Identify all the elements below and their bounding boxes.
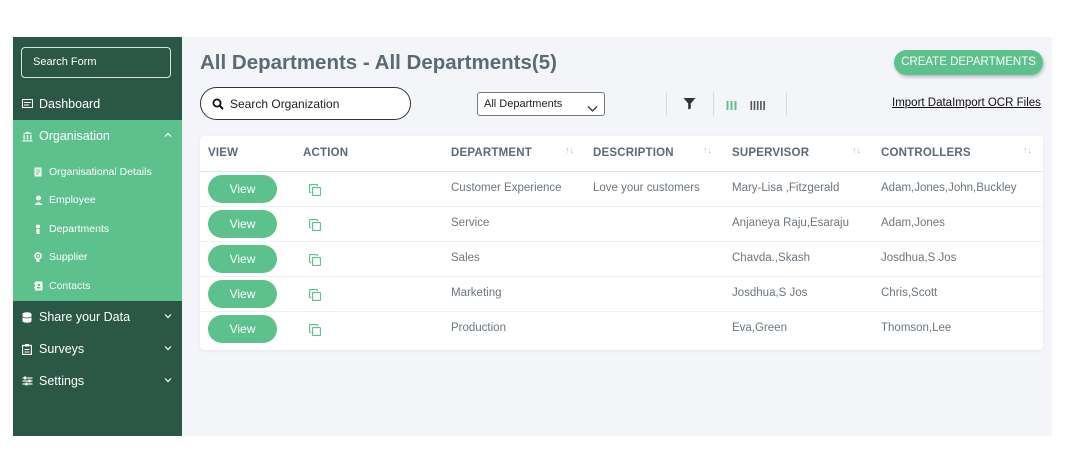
cell-department: Production — [451, 322, 506, 334]
column-header-view: VIEW — [208, 147, 239, 159]
search-organization-input[interactable]: Search Organization — [200, 87, 411, 120]
cell-description: Love your customers — [593, 182, 700, 194]
department-select[interactable]: All Departments — [477, 92, 605, 116]
sub-item-organisational-details[interactable]: Organisational Details — [13, 158, 182, 186]
sub-item-employee[interactable]: Employee — [13, 186, 182, 214]
contacts-icon — [33, 281, 43, 291]
cell-department: Sales — [451, 252, 480, 264]
cell-controllers: Adam,Jones — [881, 217, 945, 229]
import-link[interactable]: Import DataImport OCR Files — [892, 97, 1041, 109]
cell-department: Customer Experience — [451, 182, 562, 194]
column-header-supervisor[interactable]: SUPERVISOR — [732, 147, 809, 159]
copy-icon[interactable] — [308, 218, 322, 232]
toolbar-divider — [713, 92, 714, 116]
person-icon — [33, 224, 43, 234]
filter-icon[interactable] — [683, 97, 696, 110]
column-header-action: ACTION — [303, 147, 349, 159]
toolbar-divider — [666, 92, 667, 116]
chevron-down-icon — [587, 99, 598, 112]
view-button[interactable]: View — [208, 245, 277, 273]
nav-item-organisation[interactable]: Organisation — [13, 120, 182, 152]
sort-icon[interactable]: ↑↓ — [565, 145, 574, 155]
nav-item-share-your-data[interactable]: Share your Data — [13, 301, 182, 333]
table-row: View Marketing Josdhua,S Jos Chris,Scott — [200, 277, 1043, 312]
dashboard-icon — [21, 98, 33, 110]
cell-controllers: Chris,Scott — [881, 287, 938, 299]
nav-label-share-your-data: Share your Data — [39, 310, 131, 324]
sort-icon[interactable]: ↑↓ — [703, 145, 712, 155]
view-button[interactable]: View — [208, 175, 277, 203]
table-header: VIEW ACTION DEPARTMENT ↑↓ DESCRIPTION ↑↓… — [200, 136, 1043, 172]
chevron-down-icon — [164, 343, 172, 353]
copy-icon[interactable] — [308, 183, 322, 197]
table-row: View Service Anjaneya Raju,Esaraju Adam,… — [200, 207, 1043, 242]
app-frame: Search Form Dashboard Organisation Organ… — [13, 37, 1052, 436]
cell-controllers: Adam,Jones,John,Buckley — [881, 182, 1017, 194]
view-button[interactable]: View — [208, 210, 277, 238]
sub-label: Contacts — [49, 280, 91, 292]
copy-icon[interactable] — [308, 253, 322, 267]
sliders-icon — [21, 375, 33, 387]
nav-item-dashboard[interactable]: Dashboard — [13, 88, 182, 120]
table-row: View Production Eva,Green Thomson,Lee — [200, 312, 1043, 347]
column-view-wide-icon[interactable] — [750, 98, 767, 110]
column-header-controllers[interactable]: CONTROLLERS — [881, 147, 971, 159]
search-placeholder: Search Organization — [230, 96, 340, 111]
nav-item-surveys[interactable]: Surveys — [13, 333, 182, 365]
chevron-up-icon — [164, 130, 172, 140]
column-header-department[interactable]: DEPARTMENT — [451, 147, 532, 159]
sidebar: Search Form Dashboard Organisation Organ… — [13, 37, 182, 436]
document-icon — [33, 167, 43, 177]
view-button[interactable]: View — [208, 280, 277, 308]
sub-label: Organisational Details — [49, 166, 152, 178]
cell-department: Service — [451, 217, 490, 229]
departments-table: VIEW ACTION DEPARTMENT ↑↓ DESCRIPTION ↑↓… — [200, 136, 1043, 350]
supplier-icon — [33, 252, 43, 262]
chevron-down-icon — [164, 375, 172, 385]
nav-item-settings[interactable]: Settings — [13, 365, 182, 397]
table-row: View Sales Chavda.,Skash Josdhua,S Jos — [200, 242, 1043, 277]
create-departments-button[interactable]: CREATE DEPARTMENTS — [894, 50, 1043, 75]
search-form-input[interactable]: Search Form — [21, 47, 171, 78]
copy-icon[interactable] — [308, 323, 322, 337]
cell-supervisor: Anjaneya Raju,Esaraju — [732, 217, 849, 229]
copy-icon[interactable] — [308, 288, 322, 302]
sub-item-departments[interactable]: Departments — [13, 215, 182, 243]
sub-label: Employee — [49, 194, 96, 206]
nav-label-organisation: Organisation — [39, 129, 110, 143]
nav-label-settings: Settings — [39, 374, 85, 388]
sub-item-supplier[interactable]: Supplier — [13, 243, 182, 271]
cell-department: Marketing — [451, 287, 502, 299]
chevron-down-icon — [164, 311, 172, 321]
cell-controllers: Josdhua,S Jos — [881, 252, 957, 264]
department-select-value: All Departments — [484, 98, 563, 110]
sub-item-contacts[interactable]: Contacts — [13, 272, 182, 300]
table-row: View Customer Experience Love your custo… — [200, 172, 1043, 207]
cell-supervisor: Chavda.,Skash — [732, 252, 810, 264]
sort-icon[interactable]: ↑↓ — [852, 145, 861, 155]
cell-supervisor: Mary-Lisa ,Fitzgerald — [732, 182, 840, 194]
cell-supervisor: Eva,Green — [732, 322, 787, 334]
bank-icon — [21, 130, 33, 142]
search-icon — [212, 98, 224, 110]
page-title: All Departments - All Departments(5) — [200, 51, 557, 74]
survey-icon — [21, 343, 33, 355]
nav-label-dashboard: Dashboard — [39, 97, 101, 111]
column-view-compact-icon[interactable] — [726, 98, 738, 110]
organisation-group: Organisation Organisational Details Empl… — [13, 120, 182, 301]
column-header-description[interactable]: DESCRIPTION — [593, 147, 674, 159]
sub-label: Departments — [49, 223, 110, 235]
view-button[interactable]: View — [208, 315, 277, 343]
toolbar-divider — [786, 92, 787, 116]
user-icon — [33, 195, 43, 205]
sort-icon[interactable]: ↑↓ — [1023, 145, 1032, 155]
cell-controllers: Thomson,Lee — [881, 322, 952, 334]
nav-label-surveys: Surveys — [39, 342, 85, 356]
cell-supervisor: Josdhua,S Jos — [732, 287, 808, 299]
database-icon — [21, 311, 33, 323]
sub-label: Supplier — [49, 251, 88, 263]
